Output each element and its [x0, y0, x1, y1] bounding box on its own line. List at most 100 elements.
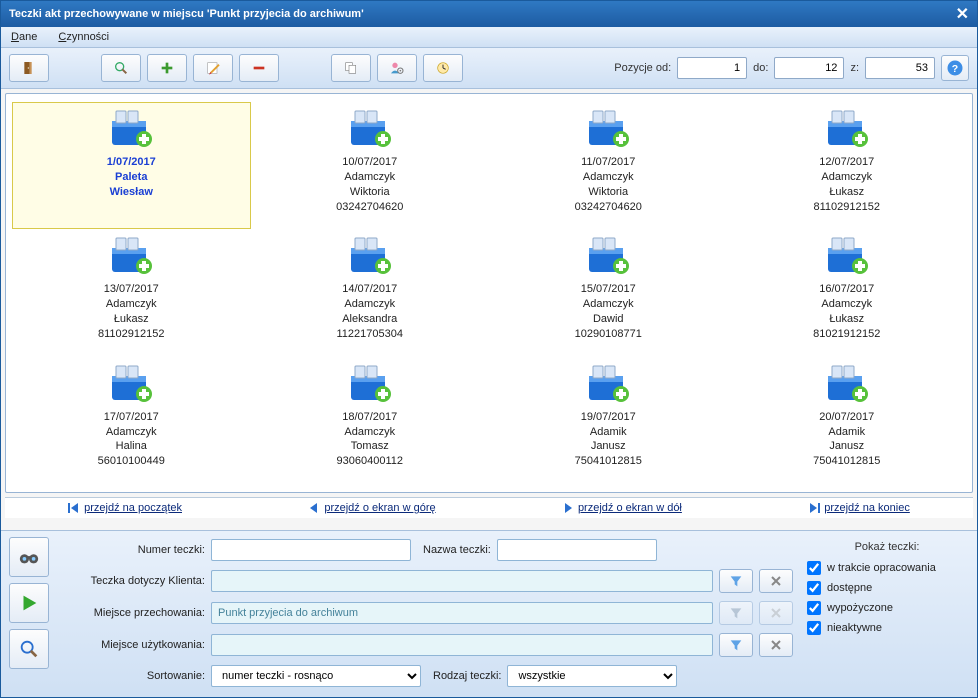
pos-total-input[interactable]	[865, 57, 935, 79]
folder-l4: 81102912152	[735, 200, 960, 215]
funnel-icon	[728, 573, 744, 589]
binoculars-button[interactable]	[9, 537, 49, 577]
close-icon[interactable]: ✕	[956, 4, 969, 24]
folder-l4: 81102912152	[19, 327, 244, 342]
pos-z-label: z:	[850, 62, 859, 74]
folder-l4: 56010100449	[19, 454, 244, 469]
miejsce-u-input[interactable]	[211, 634, 713, 656]
folder-item[interactable]: 13/07/2017AdamczykŁukasz81102912152	[12, 229, 251, 356]
pager: przejdź na początek przejdź o ekran w gó…	[5, 497, 973, 518]
folder-item[interactable]: 16/07/2017AdamczykŁukasz81021912152	[728, 229, 967, 356]
menu-dane[interactable]: Dane	[11, 31, 37, 43]
miejsce-u-clear-button[interactable]	[759, 633, 793, 657]
exit-button[interactable]	[9, 54, 49, 82]
folder-item[interactable]: 11/07/2017AdamczykWiktoria03242704620	[489, 102, 728, 229]
folder-l2: Adamczyk	[258, 425, 483, 440]
folder-l3: Janusz	[496, 439, 721, 454]
klient-clear-button[interactable]	[759, 569, 793, 593]
folder-l4: 75041012815	[496, 454, 721, 469]
pos-from-input[interactable]	[677, 57, 747, 79]
folder-add-icon	[108, 109, 154, 149]
delete-button[interactable]	[239, 54, 279, 82]
folder-date: 13/07/2017	[19, 282, 244, 297]
zoom-button[interactable]	[9, 629, 49, 669]
folder-l4: 03242704620	[496, 200, 721, 215]
check-dostepne[interactable]: dostępne	[807, 581, 967, 595]
toolbar: Pozycje od: do: z: ?	[1, 48, 977, 89]
magnifier-icon	[113, 60, 129, 76]
search-button[interactable]	[101, 54, 141, 82]
folder-item[interactable]: 1/07/2017PaletaWiesław	[12, 102, 251, 229]
page-down-link[interactable]: przejdź o ekran w dół	[562, 502, 682, 514]
miejsce-p-label: Miejsce przechowania:	[55, 607, 205, 619]
first-icon	[68, 502, 80, 514]
folder-item[interactable]: 15/07/2017AdamczykDawid10290108771	[489, 229, 728, 356]
miejsce-p-input	[211, 602, 713, 624]
folder-l3: Łukasz	[735, 185, 960, 200]
folder-item[interactable]: 20/07/2017AdamikJanusz75041012815	[728, 357, 967, 484]
folder-l2: Adamczyk	[735, 170, 960, 185]
folder-item[interactable]: 12/07/2017AdamczykŁukasz81102912152	[728, 102, 967, 229]
binoculars-icon	[18, 546, 40, 568]
folder-add-icon	[585, 364, 631, 404]
folder-date: 12/07/2017	[735, 155, 960, 170]
folder-date: 1/07/2017	[19, 155, 244, 170]
folder-item[interactable]: 18/07/2017AdamczykTomasz93060400112	[251, 357, 490, 484]
rodzaj-label: Rodzaj teczki:	[433, 670, 501, 682]
help-icon: ?	[946, 59, 964, 77]
help-button[interactable]: ?	[941, 55, 969, 81]
sort-select[interactable]: numer teczki - rosnąco	[211, 665, 421, 687]
check-nieaktywne[interactable]: nieaktywne	[807, 621, 967, 635]
page-last-link[interactable]: przejdź na koniec	[808, 502, 910, 514]
folder-l3: Dawid	[496, 312, 721, 327]
position-indicator: Pozycje od: do: z: ?	[614, 55, 969, 81]
x-icon	[768, 573, 784, 589]
pos-to-input[interactable]	[774, 57, 844, 79]
play-button[interactable]	[9, 583, 49, 623]
folder-item[interactable]: 14/07/2017AdamczykAleksandra11221705304	[251, 229, 490, 356]
folder-date: 16/07/2017	[735, 282, 960, 297]
pos-od-label: Pozycje od:	[614, 62, 671, 74]
clock-tool-button[interactable]	[423, 54, 463, 82]
rodzaj-select[interactable]: wszystkie	[507, 665, 677, 687]
add-button[interactable]	[147, 54, 187, 82]
person-tool-button[interactable]	[377, 54, 417, 82]
numer-input[interactable]	[211, 539, 411, 561]
folder-l2: Adamczyk	[496, 170, 721, 185]
folder-l3: Wiesław	[19, 185, 244, 200]
miejsce-u-label: Miejsce użytkowania:	[55, 639, 205, 651]
next-icon	[562, 502, 574, 514]
last-icon	[808, 502, 820, 514]
folder-l3: Wiktoria	[496, 185, 721, 200]
miejsce-u-pick-button[interactable]	[719, 633, 753, 657]
checks-title: Pokaż teczki:	[807, 541, 967, 553]
folder-l2: Adamczyk	[19, 297, 244, 312]
svg-text:?: ?	[952, 63, 958, 75]
folder-l3: Tomasz	[258, 439, 483, 454]
filter-panel: Numer teczki: Nazwa teczki: Teczka dotyc…	[1, 530, 977, 697]
folder-l3: Łukasz	[19, 312, 244, 327]
check-opracowania[interactable]: w trakcie opracowania	[807, 561, 967, 575]
page-up-link[interactable]: przejdź o ekran w górę	[308, 502, 435, 514]
copy-button[interactable]	[331, 54, 371, 82]
folder-l2: Adamik	[735, 425, 960, 440]
folder-l3: Wiktoria	[258, 185, 483, 200]
folder-item[interactable]: 19/07/2017AdamikJanusz75041012815	[489, 357, 728, 484]
folder-item[interactable]: 17/07/2017AdamczykHalina56010100449	[12, 357, 251, 484]
folder-date: 14/07/2017	[258, 282, 483, 297]
folder-item[interactable]: 10/07/2017AdamczykWiktoria03242704620	[251, 102, 490, 229]
menu-czynnosci[interactable]: Czynności	[58, 31, 109, 43]
sort-label: Sortowanie:	[55, 670, 205, 682]
klient-input[interactable]	[211, 570, 713, 592]
page-first-link[interactable]: przejdź na początek	[68, 502, 182, 514]
folder-l2: Paleta	[19, 170, 244, 185]
plus-icon	[159, 60, 175, 76]
folder-l3: Aleksandra	[258, 312, 483, 327]
edit-button[interactable]	[193, 54, 233, 82]
nazwa-input[interactable]	[497, 539, 657, 561]
miejsce-p-clear-button	[759, 601, 793, 625]
prev-icon	[308, 502, 320, 514]
klient-pick-button[interactable]	[719, 569, 753, 593]
folder-l3: Łukasz	[735, 312, 960, 327]
check-wypozyczone[interactable]: wypożyczone	[807, 601, 967, 615]
